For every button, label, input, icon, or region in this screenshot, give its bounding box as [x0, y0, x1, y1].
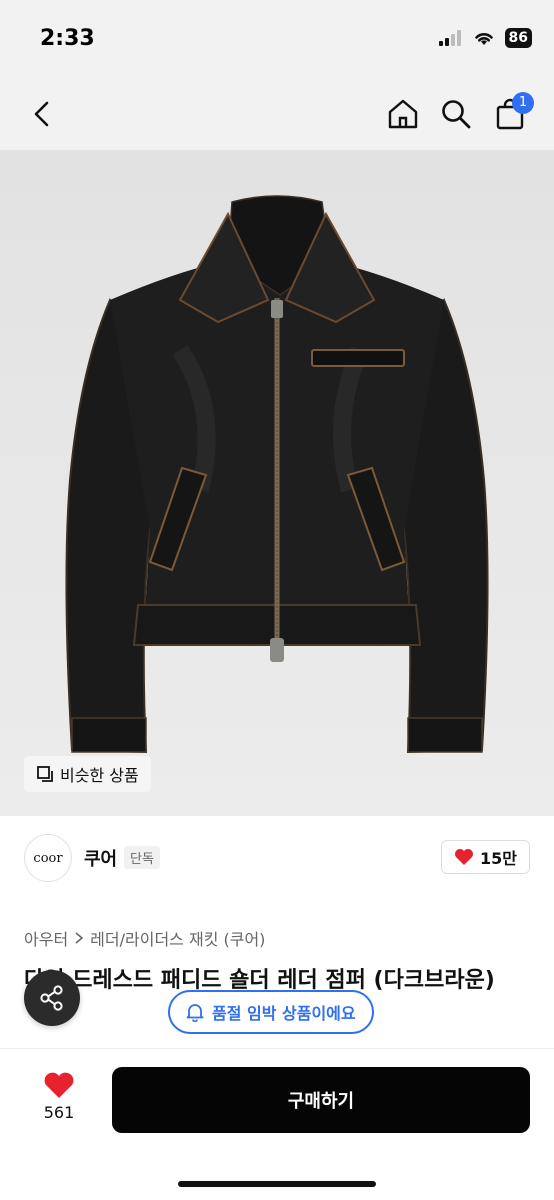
wishlist-button[interactable]: 561 — [30, 1071, 88, 1122]
exclusive-badge: 단독 — [124, 846, 160, 869]
cart-button[interactable]: 1 — [488, 92, 534, 136]
brand-name[interactable]: 쿠어 — [84, 845, 117, 871]
bottom-purchase-bar: 561 구매하기 — [0, 1048, 554, 1200]
search-button[interactable] — [434, 92, 478, 136]
similar-products-label: 비슷한 상품 — [60, 766, 139, 785]
buy-button[interactable]: 구매하기 — [112, 1067, 530, 1133]
home-icon — [388, 99, 418, 129]
stock-notice-text: 품절 임박 상품이에요 — [212, 1004, 356, 1023]
brand-like-button[interactable]: 15만 — [441, 840, 530, 874]
product-image[interactable]: 비슷한 상품 — [0, 150, 554, 816]
stock-notice[interactable]: 품절 임박 상품이에요 — [168, 990, 374, 1034]
category-secondary[interactable]: 레더/라이더스 재킷 (쿠어) — [90, 926, 265, 950]
similar-products-button[interactable]: 비슷한 상품 — [24, 756, 151, 792]
wifi-icon — [474, 33, 493, 45]
wishlist-count: 561 — [43, 1103, 75, 1122]
status-bar: 2:33 86 — [0, 0, 554, 80]
cart-count-badge: 1 — [512, 92, 534, 114]
battery-indicator: 86 — [504, 28, 532, 48]
home-indicator — [178, 1181, 376, 1187]
heart-icon — [44, 1072, 74, 1098]
leather-jacket-image — [65, 195, 489, 754]
chevron-right-icon — [75, 932, 84, 944]
heart-icon — [455, 849, 473, 865]
search-icon — [442, 100, 471, 129]
similar-items-icon — [37, 766, 53, 782]
home-button[interactable] — [381, 92, 425, 136]
status-time: 2:33 — [40, 26, 95, 51]
back-button[interactable] — [20, 92, 64, 136]
brand-row: coor 쿠어 단독 15만 — [0, 830, 554, 886]
navigation-bar: 1 — [0, 80, 554, 150]
brand-logo[interactable]: coor — [24, 834, 72, 882]
category-breadcrumb: 아우터 레더/라이더스 재킷 (쿠어) — [24, 926, 265, 950]
share-button[interactable] — [24, 970, 80, 1026]
bell-icon — [186, 1004, 204, 1022]
category-primary[interactable]: 아우터 — [24, 926, 68, 950]
status-icons: 86 — [438, 28, 532, 48]
signal-icon — [438, 30, 461, 46]
chevron-left-icon — [34, 101, 49, 127]
share-icon — [40, 985, 63, 1011]
brand-like-count: 15만 — [480, 849, 517, 868]
